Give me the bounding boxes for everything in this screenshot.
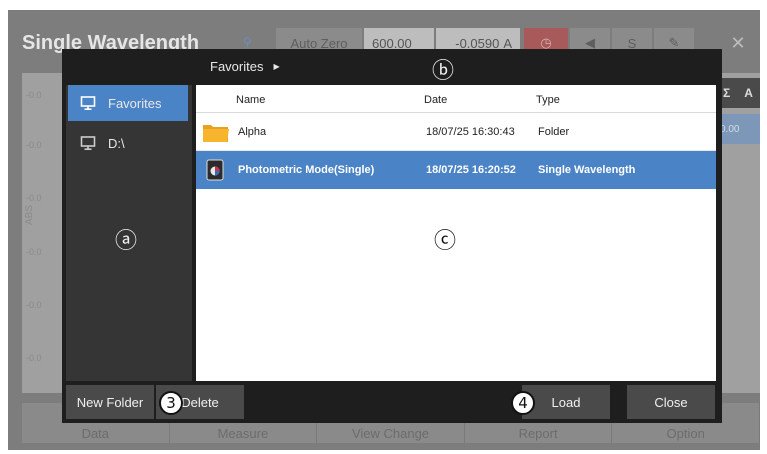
y-tick: -0.0: [26, 140, 42, 150]
sidebar-item-drive-d[interactable]: D:\: [68, 125, 188, 161]
breadcrumb-arrow-icon: ▶: [273, 62, 280, 71]
dialog-header: Favorites ▶: [62, 49, 722, 85]
a-header: A: [744, 86, 753, 100]
method-file-icon: [206, 159, 226, 181]
folder-icon: [202, 121, 229, 143]
sidebar-item-label: Favorites: [108, 95, 162, 111]
sum-header: Σ: [723, 86, 731, 100]
file-dialog: Favorites ▶ Favorites D:\ Name Date Type: [62, 49, 722, 423]
file-name: Alpha: [238, 126, 267, 138]
column-name[interactable]: Name: [236, 94, 265, 106]
y-tick: -0.0: [26, 193, 42, 203]
link-icon: ⚲: [243, 35, 252, 49]
y-tick: -0.0: [26, 300, 42, 310]
marker-4: 4: [511, 391, 535, 415]
file-row-alpha[interactable]: Alpha 18/07/25 16:30:43 Folder: [196, 113, 716, 151]
file-list-header: Name Date Type: [196, 85, 716, 113]
y-tick: -0.0: [26, 353, 42, 363]
new-folder-button[interactable]: New Folder: [66, 385, 154, 419]
close-button[interactable]: Close: [627, 385, 715, 419]
file-row-photometric-mode[interactable]: Photometric Mode(Single) 18/07/25 16:20:…: [196, 151, 716, 189]
sidebar-item-favorites[interactable]: Favorites: [68, 85, 188, 121]
marker-c: ⓒ: [433, 229, 456, 254]
y-tick: -0.0: [26, 90, 42, 100]
marker-a: ⓐ: [114, 229, 137, 254]
marker-3: 3: [159, 391, 183, 415]
data-table-cell: 0.00: [716, 114, 760, 144]
file-type: Folder: [538, 126, 570, 138]
file-type: Single Wavelength: [538, 164, 636, 176]
sidebar-item-label: D:\: [108, 135, 125, 151]
marker-b: ⓑ: [431, 59, 454, 84]
file-name: Photometric Mode(Single): [238, 164, 375, 176]
column-date[interactable]: Date: [424, 94, 447, 106]
app-close-button[interactable]: ✕: [716, 28, 760, 58]
monitor-icon: [80, 95, 96, 111]
column-type[interactable]: Type: [536, 94, 560, 106]
data-table-header: Σ A: [716, 78, 760, 108]
load-button[interactable]: Load: [522, 385, 610, 419]
y-tick: -0.0: [26, 247, 42, 257]
file-date: 18/07/25 16:30:43: [426, 126, 515, 138]
file-date: 18/07/25 16:20:52: [426, 164, 516, 176]
breadcrumb-favorites[interactable]: Favorites: [210, 59, 263, 74]
breadcrumb[interactable]: Favorites ▶: [210, 59, 280, 74]
monitor-icon: [80, 135, 96, 151]
y-axis-label: ABS: [24, 204, 35, 225]
